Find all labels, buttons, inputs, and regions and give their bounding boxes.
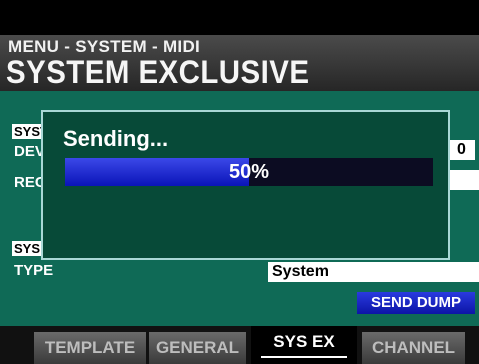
- type-value-field[interactable]: System: [268, 262, 479, 282]
- page-title: SYSTEM EXCLUSIVE: [6, 54, 310, 90]
- progress-bar: 50%: [65, 158, 433, 186]
- tab-channel-label: CHANNEL: [371, 338, 456, 357]
- progress-percent: 50%: [228, 161, 270, 183]
- tab-general-label: GENERAL: [155, 338, 240, 357]
- type-label: TYPE: [14, 262, 54, 279]
- screen: MENU - SYSTEM - MIDI SYSTEM EXCLUSIVE SY…: [0, 0, 479, 364]
- send-dump-button[interactable]: SEND DUMP: [357, 292, 475, 314]
- header: MENU - SYSTEM - MIDI SYSTEM EXCLUSIVE: [0, 35, 479, 91]
- tab-template[interactable]: TEMPLATE: [34, 332, 146, 364]
- tab-sys-ex-label: SYS EX: [273, 332, 335, 351]
- dialog-title: Sending...: [63, 126, 169, 151]
- tab-general[interactable]: GENERAL: [149, 332, 246, 364]
- tab-sys-ex[interactable]: SYS EX: [251, 326, 357, 364]
- section-header-sys: SYS: [12, 241, 43, 256]
- tab-bar: TEMPLATE GENERAL SYS EX CHANNEL: [0, 326, 479, 364]
- receive-value-field[interactable]: [448, 170, 479, 190]
- active-tab-indicator: [261, 356, 347, 358]
- tab-template-label: TEMPLATE: [44, 338, 136, 357]
- sending-dialog: Sending... 50%: [41, 110, 450, 260]
- tab-channel[interactable]: CHANNEL: [362, 332, 465, 364]
- device-value-field[interactable]: 0: [448, 140, 475, 160]
